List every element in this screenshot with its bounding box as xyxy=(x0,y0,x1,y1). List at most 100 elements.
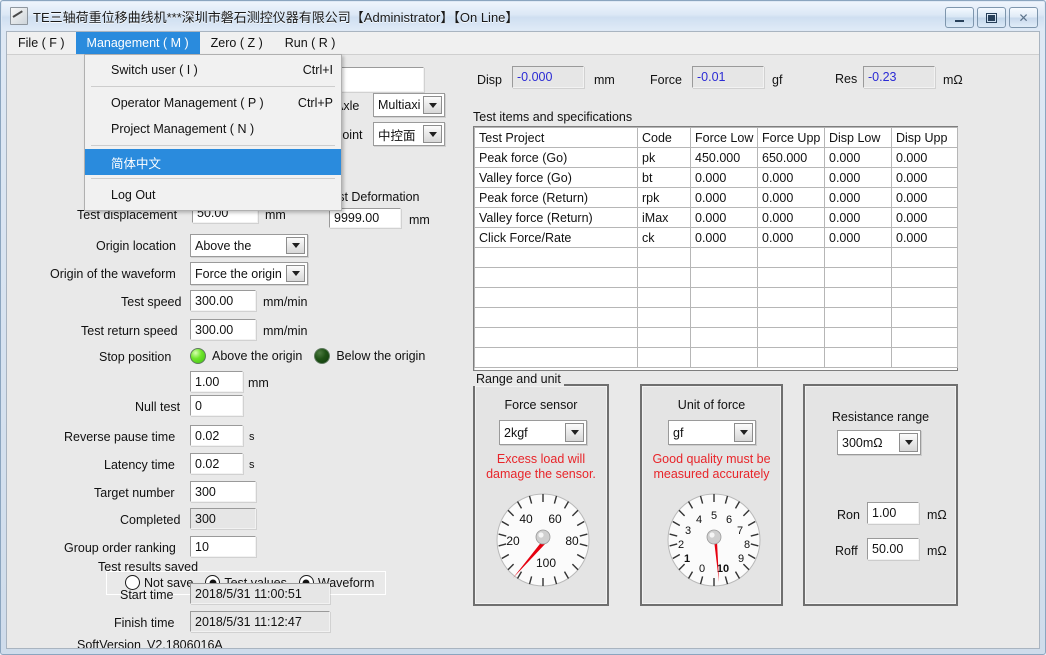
cell xyxy=(637,307,691,328)
cell xyxy=(824,267,892,288)
cell xyxy=(637,267,691,288)
name-input[interactable] xyxy=(338,67,424,92)
menu-zero[interactable]: Zero ( Z ) xyxy=(200,32,274,54)
cell xyxy=(891,327,958,348)
cell xyxy=(757,327,825,348)
test-speed-input[interactable]: 300.00 xyxy=(190,290,256,311)
table-row[interactable]: Peak force (Go) pk 450.000 650.000 0.000… xyxy=(474,147,958,168)
table-header-row: Test Project Code Force Low Force Upp Di… xyxy=(474,127,958,148)
menu-item-switch-user-label: Switch user ( I ) xyxy=(111,63,198,77)
stop-below-label: Below the origin xyxy=(336,349,426,363)
chevron-down-icon[interactable] xyxy=(565,423,584,442)
cell: pk xyxy=(637,147,691,168)
cell: 0.000 xyxy=(824,227,892,248)
force-sensor-title: Force sensor xyxy=(504,398,578,412)
minimize-button[interactable] xyxy=(945,7,974,28)
roff-input[interactable]: 50.00 xyxy=(867,538,919,560)
table-row[interactable]: Click Force/Rate ck 0.000 0.000 0.000 0.… xyxy=(474,227,958,248)
svg-text:10: 10 xyxy=(717,563,729,575)
roff-label: Roff xyxy=(835,544,858,558)
null-test-label: Null test xyxy=(135,400,181,414)
chevron-down-icon[interactable] xyxy=(734,423,753,442)
table-row[interactable] xyxy=(474,327,958,348)
test-deformation-unit: mm xyxy=(409,213,430,227)
cell: Peak force (Go) xyxy=(474,147,638,168)
menu-management[interactable]: Management ( M ) xyxy=(75,32,200,54)
cell xyxy=(690,347,758,368)
cell: 0.000 xyxy=(824,187,892,208)
table-row[interactable] xyxy=(474,267,958,288)
svg-text:8: 8 xyxy=(744,539,750,551)
cell: 0.000 xyxy=(891,167,958,188)
chevron-down-icon[interactable] xyxy=(286,265,305,282)
stop-offset-input[interactable]: 1.00 xyxy=(190,371,243,392)
null-test-input[interactable]: 0 xyxy=(190,395,243,416)
test-deformation-input[interactable]: 9999.00 xyxy=(329,208,401,228)
start-time-label: Start time xyxy=(120,588,174,602)
reverse-pause-input[interactable]: 0.02 xyxy=(190,425,243,446)
client-area: File ( F ) Management ( M ) Zero ( Z ) R… xyxy=(6,31,1040,649)
menu-run[interactable]: Run ( R ) xyxy=(274,32,347,54)
col-force-low: Force Low xyxy=(690,127,758,148)
table-row[interactable]: Peak force (Return) rpk 0.000 0.000 0.00… xyxy=(474,187,958,208)
chevron-down-icon[interactable] xyxy=(286,237,305,254)
maximize-button[interactable] xyxy=(977,7,1006,28)
spec-table-wrap[interactable]: Test Project Code Force Low Force Upp Di… xyxy=(473,126,958,371)
cell xyxy=(757,347,825,368)
group-order-input[interactable]: 10 xyxy=(190,536,256,557)
origin-waveform-combo[interactable]: Force the origin xyxy=(190,262,308,285)
table-row[interactable] xyxy=(474,347,958,368)
axle-combo[interactable]: Multiaxi xyxy=(373,93,445,117)
cell xyxy=(824,247,892,268)
col-force-upp: Force Upp xyxy=(757,127,825,148)
menu-item-log-out[interactable]: Log Out xyxy=(85,182,341,208)
cell xyxy=(757,247,825,268)
svg-text:2: 2 xyxy=(678,539,684,551)
cell: Peak force (Return) xyxy=(474,187,638,208)
cell xyxy=(474,287,638,308)
menu-item-switch-user[interactable]: Switch user ( I ) Ctrl+I xyxy=(85,57,341,83)
latency-time-input[interactable]: 0.02 xyxy=(190,453,243,474)
target-number-input[interactable]: 300 xyxy=(190,481,256,502)
resistance-range-panel: Resistance range 300mΩ Ron 1.00 mΩ Roff … xyxy=(803,384,958,606)
table-row[interactable] xyxy=(474,287,958,308)
ron-input[interactable]: 1.00 xyxy=(867,502,919,524)
stop-above-led[interactable] xyxy=(190,348,206,364)
cell: Valley force (Go) xyxy=(474,167,638,188)
chevron-down-icon[interactable] xyxy=(899,433,918,452)
svg-text:1: 1 xyxy=(684,553,690,565)
chevron-down-icon[interactable] xyxy=(423,96,442,114)
chevron-down-icon[interactable] xyxy=(423,125,442,143)
col-disp-upp: Disp Upp xyxy=(891,127,958,148)
resistance-range-title: Resistance range xyxy=(831,410,930,424)
spec-title: Test items and specifications xyxy=(473,110,633,124)
cell: 0.000 xyxy=(824,147,892,168)
cell: 0.000 xyxy=(690,227,758,248)
ron-label: Ron xyxy=(837,508,860,522)
menu-file[interactable]: File ( F ) xyxy=(7,32,76,54)
table-row[interactable] xyxy=(474,307,958,328)
ron-unit: mΩ xyxy=(927,508,947,522)
test-return-speed-input[interactable]: 300.00 xyxy=(190,319,256,340)
resistance-range-combo[interactable]: 300mΩ xyxy=(837,430,921,455)
stop-above-label: Above the origin xyxy=(212,349,303,363)
close-button[interactable]: ✕ xyxy=(1009,7,1038,28)
point-combo[interactable]: 中控面 xyxy=(373,122,445,146)
menu-item-operator-management[interactable]: Operator Management ( P ) Ctrl+P xyxy=(85,90,341,116)
force-sensor-combo[interactable]: 2kgf xyxy=(499,420,587,445)
origin-location-combo[interactable]: Above the xyxy=(190,234,308,257)
menu-item-project-management[interactable]: Project Management ( N ) xyxy=(85,116,341,142)
unit-of-force-combo[interactable]: gf xyxy=(668,420,756,445)
minimize-icon xyxy=(955,19,964,22)
stop-below-led[interactable] xyxy=(314,348,331,364)
table-row[interactable] xyxy=(474,247,958,268)
origin-waveform-label: Origin of the waveform xyxy=(50,267,176,281)
cell xyxy=(690,267,758,288)
menu-item-simplified-chinese[interactable]: 简体中文 xyxy=(85,149,341,175)
app-window-icon xyxy=(10,7,28,25)
spec-table: Test Project Code Force Low Force Upp Di… xyxy=(474,127,958,368)
cell: Click Force/Rate xyxy=(474,227,638,248)
table-row[interactable]: Valley force (Go) bt 0.000 0.000 0.000 0… xyxy=(474,167,958,188)
table-row[interactable]: Valley force (Return) iMax 0.000 0.000 0… xyxy=(474,207,958,228)
cell: Valley force (Return) xyxy=(474,207,638,228)
